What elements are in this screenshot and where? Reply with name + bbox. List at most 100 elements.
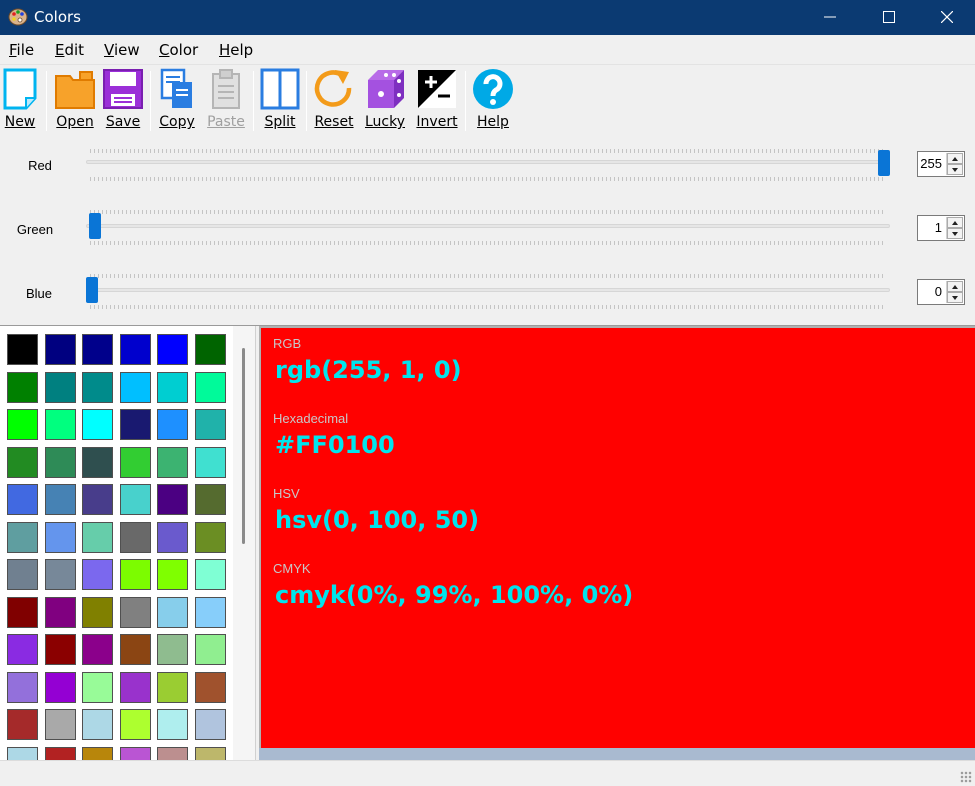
palette-swatch[interactable]: [7, 334, 38, 365]
blue-slider-thumb[interactable]: [86, 277, 98, 303]
help-button[interactable]: Help: [470, 68, 516, 132]
palette-scrollbar[interactable]: [233, 326, 255, 760]
palette-swatch[interactable]: [119, 709, 151, 740]
palette-swatch[interactable]: [44, 709, 76, 740]
palette-swatch[interactable]: [157, 371, 188, 403]
hex-value[interactable]: #FF0100: [275, 431, 395, 459]
menu-view[interactable]: View: [104, 41, 140, 59]
palette-swatch[interactable]: [82, 671, 113, 703]
palette-swatch[interactable]: [82, 746, 113, 760]
blue-decrement-button[interactable]: [947, 292, 963, 303]
palette-swatch[interactable]: [157, 559, 188, 590]
palette-swatch[interactable]: [44, 521, 76, 553]
palette-scrollbar-thumb[interactable]: [242, 348, 245, 544]
red-spinbox[interactable]: 255: [917, 151, 965, 177]
palette-swatch[interactable]: [119, 334, 151, 365]
palette-swatch[interactable]: [157, 634, 188, 665]
palette-swatch[interactable]: [119, 634, 151, 665]
blue-spinbox[interactable]: 0: [917, 279, 965, 305]
palette-swatch[interactable]: [7, 596, 38, 628]
close-button[interactable]: [919, 0, 975, 35]
palette-swatch[interactable]: [82, 521, 113, 553]
menu-edit[interactable]: Edit: [55, 41, 84, 59]
palette-swatch[interactable]: [82, 596, 113, 628]
palette-swatch[interactable]: [82, 559, 113, 590]
cmyk-value[interactable]: cmyk(0%, 99%, 100%, 0%): [275, 581, 633, 609]
palette-swatch[interactable]: [194, 559, 226, 590]
new-button[interactable]: New: [1, 68, 39, 132]
palette-swatch[interactable]: [7, 671, 38, 703]
palette-swatch[interactable]: [194, 746, 226, 760]
invert-button[interactable]: Invert: [414, 68, 460, 132]
palette-swatch[interactable]: [119, 371, 151, 403]
palette-swatch[interactable]: [157, 334, 188, 365]
green-decrement-button[interactable]: [947, 228, 963, 239]
palette-swatch[interactable]: [7, 746, 38, 760]
red-increment-button[interactable]: [947, 153, 963, 164]
palette-swatch[interactable]: [44, 746, 76, 760]
palette-swatch[interactable]: [44, 596, 76, 628]
blue-slider-track[interactable]: [86, 288, 890, 292]
hsv-value[interactable]: hsv(0, 100, 50): [275, 506, 479, 534]
palette-swatch[interactable]: [82, 484, 113, 515]
palette-swatch[interactable]: [44, 559, 76, 590]
palette-swatch[interactable]: [44, 334, 76, 365]
open-button[interactable]: Open: [53, 68, 97, 132]
copy-button[interactable]: Copy: [155, 68, 199, 132]
palette-swatch[interactable]: [194, 484, 226, 515]
palette-swatch[interactable]: [157, 446, 188, 478]
palette-swatch[interactable]: [44, 371, 76, 403]
palette-swatch[interactable]: [157, 521, 188, 553]
palette-swatch[interactable]: [82, 446, 113, 478]
resize-grip-icon[interactable]: [960, 771, 972, 783]
paste-button[interactable]: Paste: [205, 68, 247, 132]
menu-file[interactable]: File: [9, 41, 34, 59]
split-button[interactable]: Split: [259, 68, 301, 132]
green-slider-track[interactable]: [86, 224, 890, 228]
blue-increment-button[interactable]: [947, 281, 963, 292]
red-slider-thumb[interactable]: [878, 150, 890, 176]
palette-swatch[interactable]: [119, 559, 151, 590]
red-slider-track[interactable]: [86, 160, 890, 164]
reset-button[interactable]: Reset: [311, 68, 357, 132]
green-increment-button[interactable]: [947, 217, 963, 228]
palette-swatch[interactable]: [157, 409, 188, 440]
palette-swatch[interactable]: [119, 521, 151, 553]
palette-swatch[interactable]: [7, 634, 38, 665]
palette-swatch[interactable]: [194, 409, 226, 440]
palette-swatch[interactable]: [119, 409, 151, 440]
palette-swatch[interactable]: [7, 559, 38, 590]
menu-help[interactable]: Help: [219, 41, 253, 59]
green-slider-thumb[interactable]: [89, 213, 102, 239]
maximize-button[interactable]: [861, 0, 917, 35]
red-decrement-button[interactable]: [947, 164, 963, 175]
palette-swatch[interactable]: [119, 446, 151, 478]
palette-swatch[interactable]: [157, 484, 188, 515]
menu-color[interactable]: Color: [159, 41, 198, 59]
palette-swatch[interactable]: [44, 446, 76, 478]
palette-swatch[interactable]: [157, 671, 188, 703]
minimize-button[interactable]: [802, 0, 858, 35]
green-spinbox[interactable]: 1: [917, 215, 965, 241]
palette-swatch[interactable]: [44, 484, 76, 515]
palette-swatch[interactable]: [7, 484, 38, 515]
palette-swatch[interactable]: [7, 446, 38, 478]
palette-swatch[interactable]: [194, 334, 226, 365]
palette-swatch[interactable]: [157, 709, 188, 740]
palette-swatch[interactable]: [194, 671, 226, 703]
palette-swatch[interactable]: [194, 634, 226, 665]
palette-swatch[interactable]: [82, 409, 113, 440]
palette-swatch[interactable]: [194, 446, 226, 478]
palette-swatch[interactable]: [194, 709, 226, 740]
palette-swatch[interactable]: [44, 634, 76, 665]
save-button[interactable]: Save: [101, 68, 145, 132]
palette-swatch[interactable]: [119, 484, 151, 515]
palette-swatch[interactable]: [82, 371, 113, 403]
palette-swatch[interactable]: [194, 371, 226, 403]
palette-swatch[interactable]: [194, 596, 226, 628]
rgb-value[interactable]: rgb(255, 1, 0): [275, 356, 462, 384]
palette-swatch[interactable]: [7, 709, 38, 740]
palette-swatch[interactable]: [157, 746, 188, 760]
palette-swatch[interactable]: [7, 409, 38, 440]
palette-swatch[interactable]: [7, 371, 38, 403]
